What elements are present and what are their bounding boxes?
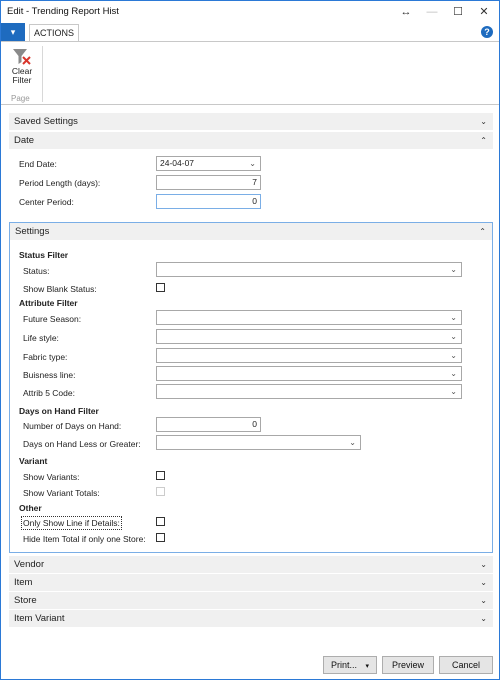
attrib5-label: Attrib 5 Code: xyxy=(23,388,75,398)
days-less-greater-label: Days on Hand Less or Greater: xyxy=(23,439,141,449)
chevron-up-icon: ⌃ xyxy=(479,227,486,236)
chevron-down-icon[interactable]: ⌄ xyxy=(450,330,457,343)
hide-item-total-checkbox[interactable] xyxy=(156,533,165,542)
show-variant-totals-checkbox[interactable] xyxy=(156,487,165,496)
chevron-down-icon: ⌄ xyxy=(480,560,487,569)
period-length-label: Period Length (days): xyxy=(19,178,101,188)
section-title: Date xyxy=(14,135,35,146)
days-on-hand-filter-heading: Days on Hand Filter xyxy=(19,406,99,416)
attribute-filter-heading: Attribute Filter xyxy=(19,298,78,308)
section-title: Item Variant xyxy=(14,613,65,624)
buisness-line-field[interactable]: ⌄ xyxy=(156,366,462,381)
days-less-greater-field[interactable]: ⌄ xyxy=(156,435,361,450)
status-filter-heading: Status Filter xyxy=(19,250,69,260)
clear-filter-icon xyxy=(12,47,32,67)
show-variant-totals-label: Show Variant Totals: xyxy=(23,488,100,498)
center-period-field[interactable]: 0 xyxy=(156,194,261,209)
chevron-down-icon: ⌄ xyxy=(480,596,487,605)
show-blank-status-checkbox[interactable] xyxy=(156,283,165,292)
buisness-line-label: Buisness line: xyxy=(23,370,76,380)
section-saved-settings[interactable]: Saved Settings ⌄ xyxy=(9,113,493,130)
maximize-icon[interactable]: ☐ xyxy=(445,4,471,20)
cancel-button[interactable]: Cancel xyxy=(439,656,493,674)
end-date-label: End Date: xyxy=(19,159,57,169)
number-days-label: Number of Days on Hand: xyxy=(23,421,122,431)
only-show-line-label: Only Show Line if Details: xyxy=(21,516,122,530)
life-style-label: Life style: xyxy=(23,333,59,343)
status-field[interactable]: ⌄ xyxy=(156,262,462,277)
ribbon: Clear Filter Page xyxy=(1,41,499,105)
number-days-field[interactable]: 0 xyxy=(156,417,261,432)
chevron-down-icon: ⌄ xyxy=(480,117,487,126)
only-show-line-checkbox[interactable] xyxy=(156,517,165,526)
show-variants-checkbox[interactable] xyxy=(156,471,165,480)
window-title: Edit - Trending Report Hist xyxy=(7,6,119,17)
fabric-type-field[interactable]: ⌄ xyxy=(156,348,462,363)
minimize-icon[interactable]: — xyxy=(419,4,445,20)
close-icon[interactable]: ✕ xyxy=(471,4,497,20)
chevron-down-icon[interactable]: ⌄ xyxy=(450,385,457,398)
section-date[interactable]: Date ⌃ xyxy=(9,132,493,149)
section-title: Vendor xyxy=(14,559,45,570)
future-season-field[interactable]: ⌄ xyxy=(156,310,462,325)
end-date-value: 24-04-07 xyxy=(160,158,195,168)
center-period-label: Center Period: xyxy=(19,197,74,207)
resize-icon[interactable]: ↔ xyxy=(393,4,419,20)
title-bar: Edit - Trending Report Hist ↔ — ☐ ✕ xyxy=(1,1,499,23)
chevron-down-icon[interactable]: ⌄ xyxy=(450,367,457,380)
chevron-down-icon[interactable]: ⌄ xyxy=(349,436,356,449)
chevron-down-icon[interactable]: ⌄ xyxy=(450,349,457,362)
app-menu-button[interactable]: ▾ xyxy=(1,23,25,41)
chevron-down-icon[interactable]: ⌄ xyxy=(450,311,457,324)
chevron-down-icon: ⌄ xyxy=(480,614,487,623)
report-window: Edit - Trending Report Hist ↔ — ☐ ✕ ▾ AC… xyxy=(0,0,500,680)
ribbon-tabs: ▾ ACTIONS ? xyxy=(1,23,499,41)
section-title: Item xyxy=(14,577,33,588)
tab-actions[interactable]: ACTIONS xyxy=(29,24,79,41)
chevron-down-icon: ⌄ xyxy=(480,578,487,587)
section-store[interactable]: Store ⌄ xyxy=(9,592,493,609)
variant-heading: Variant xyxy=(19,456,48,466)
attrib5-field[interactable]: ⌄ xyxy=(156,384,462,399)
show-blank-status-label: Show Blank Status: xyxy=(23,284,97,294)
show-variants-label: Show Variants: xyxy=(23,472,80,482)
section-item-variant[interactable]: Item Variant ⌄ xyxy=(9,610,493,627)
help-icon[interactable]: ? xyxy=(481,26,493,38)
section-title: Settings xyxy=(15,226,50,237)
ribbon-group-label: Page xyxy=(11,94,30,103)
status-label: Status: xyxy=(23,266,50,276)
chevron-up-icon: ⌃ xyxy=(480,136,487,145)
print-label: Print... xyxy=(330,660,357,670)
ribbon-separator xyxy=(42,46,43,102)
period-length-field[interactable]: 7 xyxy=(156,175,261,190)
section-item[interactable]: Item ⌄ xyxy=(9,574,493,591)
end-date-field[interactable]: 24-04-07 ⌄ xyxy=(156,156,261,171)
section-title: Store xyxy=(14,595,37,606)
chevron-down-icon[interactable]: ▾ xyxy=(366,663,370,670)
hide-item-total-label: Hide Item Total if only one Store: xyxy=(23,534,146,544)
other-heading: Other xyxy=(19,503,42,513)
clear-filter-button[interactable]: Clear Filter xyxy=(7,47,37,85)
section-title: Saved Settings xyxy=(14,116,78,127)
section-vendor[interactable]: Vendor ⌄ xyxy=(9,556,493,573)
life-style-field[interactable]: ⌄ xyxy=(156,329,462,344)
clear-filter-label-2: Filter xyxy=(12,75,32,85)
chevron-down-icon[interactable]: ⌄ xyxy=(249,157,256,170)
future-season-label: Future Season: xyxy=(23,314,82,324)
preview-button[interactable]: Preview xyxy=(382,656,434,674)
chevron-down-icon[interactable]: ⌄ xyxy=(450,263,457,276)
fabric-type-label: Fabric type: xyxy=(23,352,68,362)
print-button[interactable]: Print... ▾ xyxy=(323,656,377,674)
section-settings[interactable]: Settings ⌃ xyxy=(10,223,492,240)
